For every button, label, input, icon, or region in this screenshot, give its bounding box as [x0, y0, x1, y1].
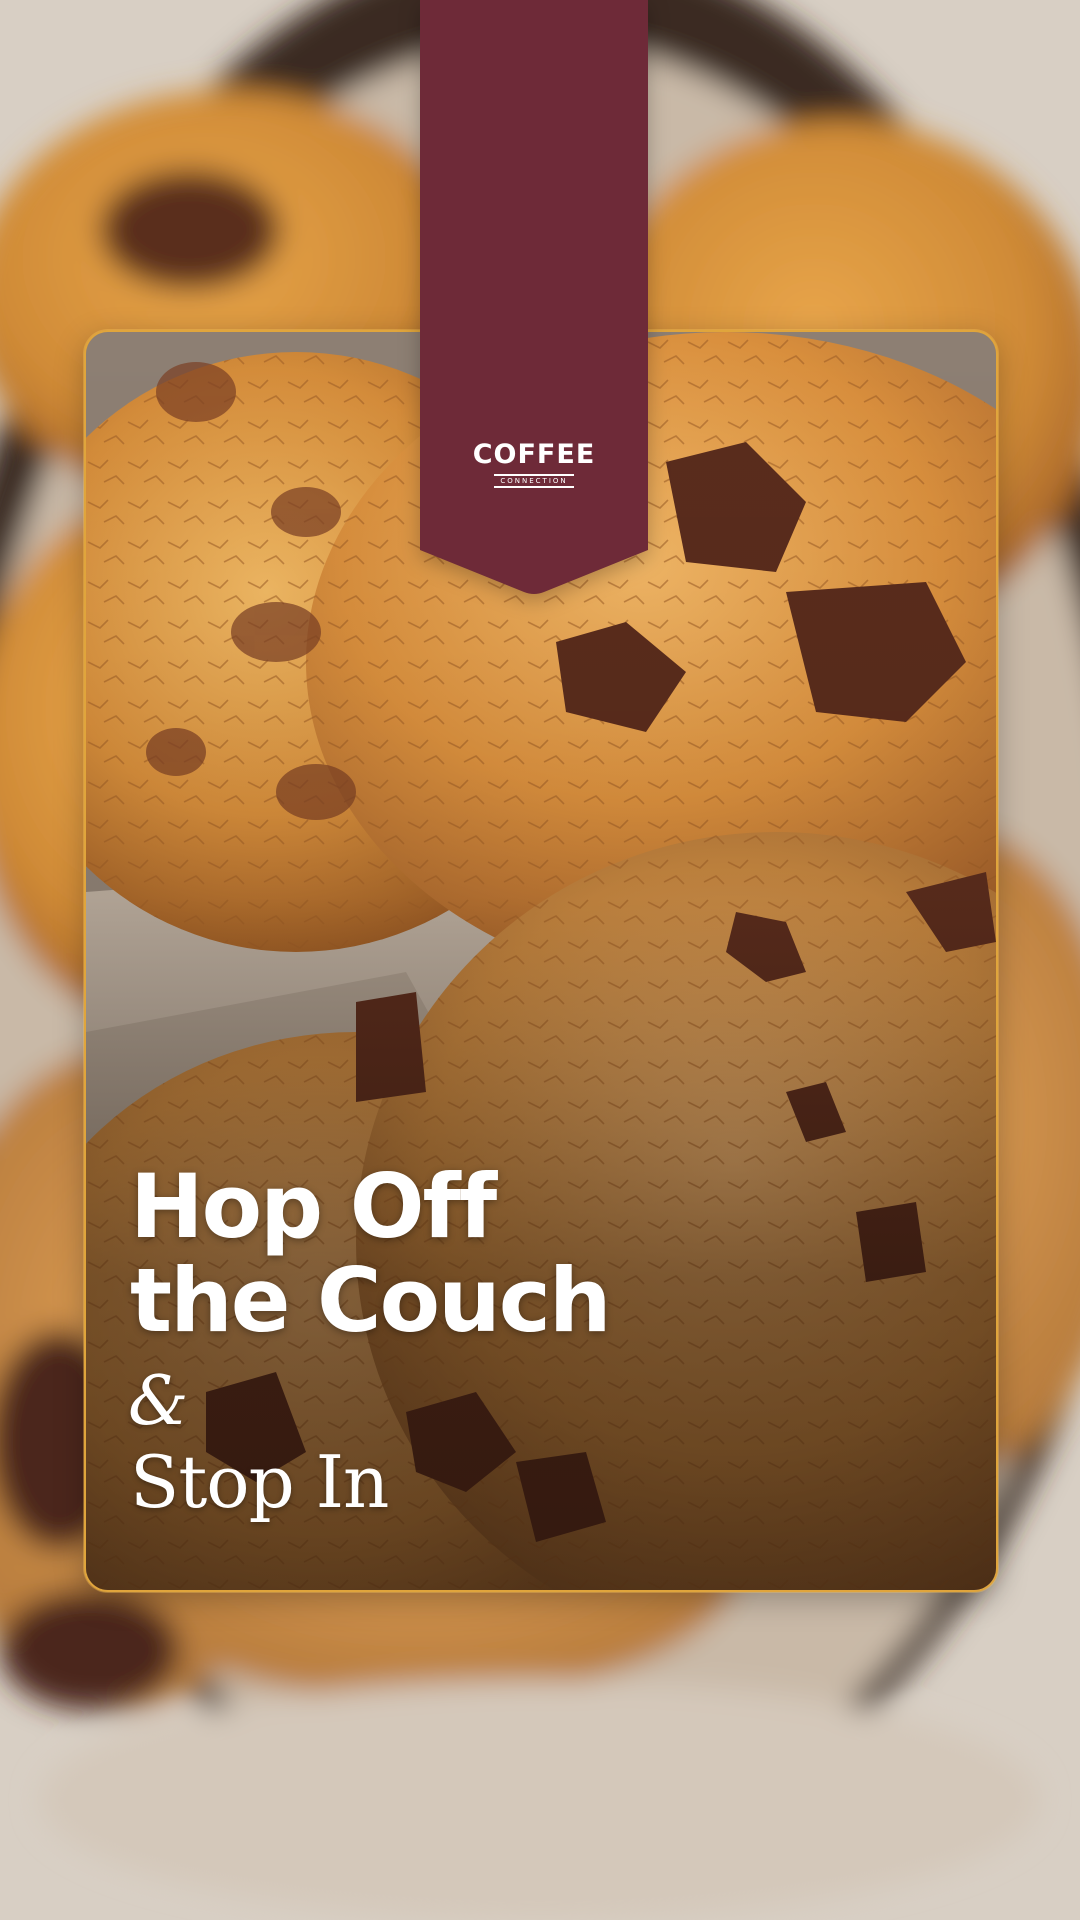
logo-tagline: CONNECTION: [494, 474, 574, 488]
logo-wordmark: COFFEE: [472, 439, 596, 470]
brand-logo: COFFEE CONNECTION: [420, 440, 648, 488]
headline-line-2: the Couch: [130, 1249, 612, 1352]
headline-line-1: Hop Off: [130, 1155, 497, 1258]
headline-ampersand: &: [128, 1362, 189, 1441]
promo-poster: COFFEE CONNECTION Hop Off the Couch & St…: [0, 0, 1080, 1920]
headline: Hop Off the Couch: [130, 1155, 612, 1352]
headline-line-3: Stop In: [130, 1440, 389, 1524]
brand-ribbon: [420, 0, 648, 596]
